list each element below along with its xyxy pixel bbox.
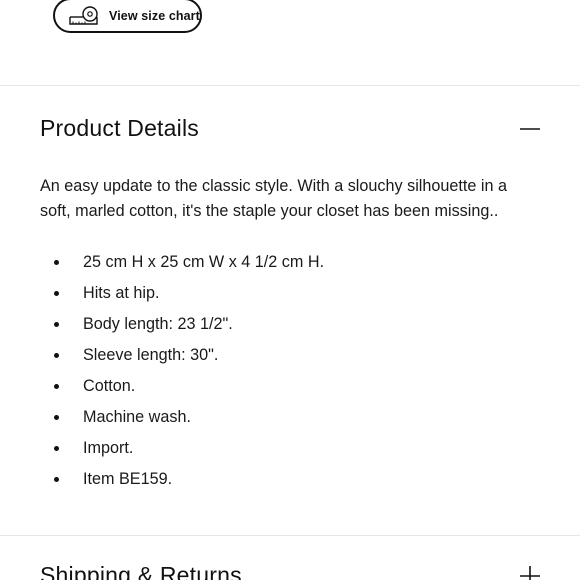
- bullet: [54, 415, 59, 420]
- list-item: Item BE159.: [40, 467, 324, 498]
- feature-text: Cotton.: [83, 377, 136, 395]
- list-item: Machine wash.: [40, 405, 324, 436]
- list-item: Body length: 23 1/2".: [40, 312, 324, 343]
- section-divider: [0, 535, 580, 536]
- feature-text: Body length: 23 1/2".: [83, 315, 233, 333]
- product-details-heading[interactable]: Product Details: [40, 115, 199, 142]
- list-item: Hits at hip.: [40, 281, 324, 312]
- feature-text: Hits at hip.: [83, 284, 160, 302]
- view-size-chart-button[interactable]: View size chart: [53, 0, 202, 33]
- feature-text: 25 cm H x 25 cm W x 4 1/2 cm H.: [83, 253, 325, 271]
- product-info-panel: View size chart Product Details An easy …: [0, 0, 580, 580]
- bullet: [54, 477, 59, 482]
- shipping-returns-heading[interactable]: Shipping & Returns: [40, 562, 242, 580]
- minus-icon[interactable]: [517, 116, 543, 142]
- section-divider: [0, 85, 580, 86]
- list-item: 25 cm H x 25 cm W x 4 1/2 cm H.: [40, 250, 324, 281]
- bullet: [54, 353, 59, 358]
- list-item: Cotton.: [40, 374, 324, 405]
- plus-icon[interactable]: [517, 563, 543, 580]
- bullet: [54, 322, 59, 327]
- feature-text: Machine wash.: [83, 408, 191, 426]
- bullet: [54, 260, 59, 265]
- size-chart-label: View size chart: [109, 9, 200, 23]
- feature-text: Sleeve length: 30".: [83, 346, 219, 364]
- bullet: [54, 384, 59, 389]
- measuring-tape-icon: [69, 6, 98, 25]
- bullet: [54, 291, 59, 296]
- product-description: An easy update to the classic style. Wit…: [40, 177, 507, 220]
- list-item: Sleeve length: 30".: [40, 343, 324, 374]
- bullet: [54, 446, 59, 451]
- feature-text: Import.: [83, 439, 134, 457]
- product-features-list: 25 cm H x 25 cm W x 4 1/2 cm H. Hits at …: [40, 250, 324, 498]
- feature-text: Item BE159.: [83, 470, 173, 488]
- list-item: Import.: [40, 436, 324, 467]
